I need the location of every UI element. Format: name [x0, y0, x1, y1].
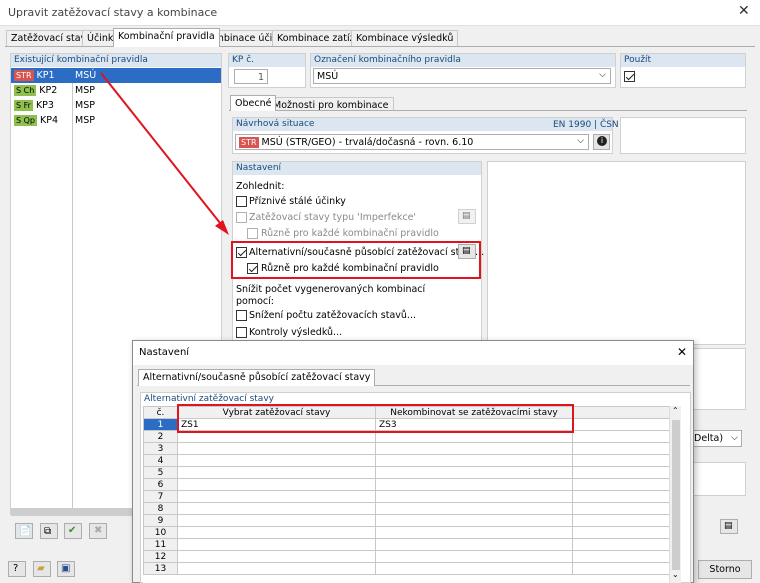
arrow-line	[100, 72, 225, 229]
subtab-general[interactable]: Obecné	[230, 95, 277, 111]
annotation-arrow	[100, 72, 229, 235]
dialog-tab-alternative[interactable]: Alternativní/současně působící zatěžovac…	[138, 369, 376, 386]
tab-combination-rules[interactable]: Kombinační pravidla	[113, 28, 220, 47]
arrow-head	[215, 220, 229, 235]
